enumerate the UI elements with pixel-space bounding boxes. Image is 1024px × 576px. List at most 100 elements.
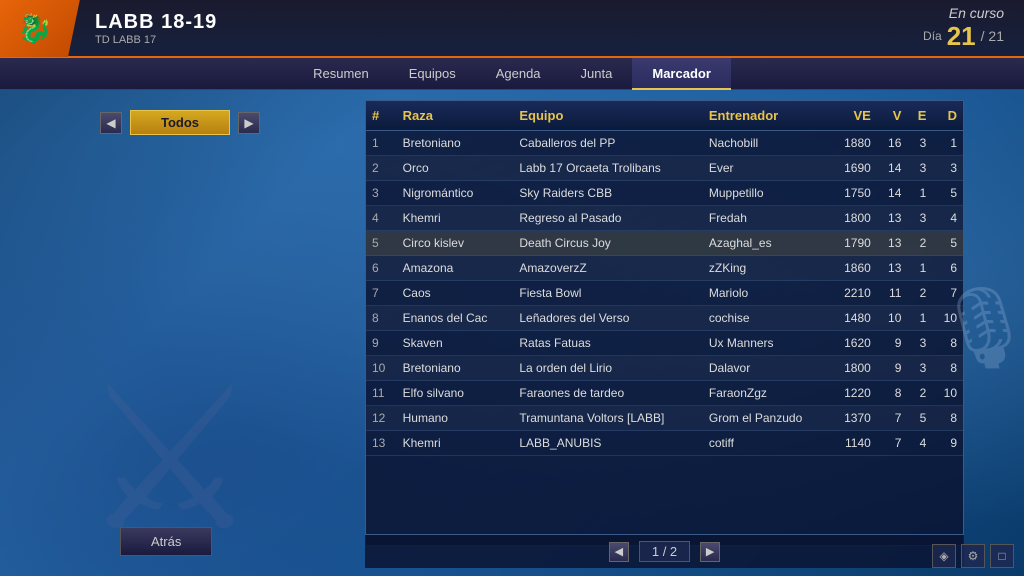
day-current: 21 [947, 21, 976, 52]
cell-entrenador: FaraonZgz [703, 381, 830, 406]
cell-v: 13 [877, 231, 908, 256]
cell-equipo: Regreso al Pasado [513, 206, 702, 231]
cell-e: 5 [907, 406, 932, 431]
cell-raza: Khemri [397, 206, 514, 231]
cell-raza: Skaven [397, 331, 514, 356]
tab-agenda[interactable]: Agenda [476, 58, 561, 90]
cell-d: 8 [932, 406, 963, 431]
cell-e: 3 [907, 131, 932, 156]
cell-equipo: Leñadores del Verso [513, 306, 702, 331]
cell-v: 14 [877, 156, 908, 181]
cell-equipo: Labb 17 Orcaeta Trolibans [513, 156, 702, 181]
table-row: 7 Caos Fiesta Bowl Mariolo 2210 11 2 7 [366, 281, 963, 306]
cell-e: 1 [907, 256, 932, 281]
cell-raza: Bretoniano [397, 356, 514, 381]
col-d: D [932, 101, 963, 131]
cell-raza: Humano [397, 406, 514, 431]
filter-bar: ◀ Todos ▶ [100, 110, 260, 135]
cell-d: 5 [932, 181, 963, 206]
table-row: 8 Enanos del Cac Leñadores del Verso coc… [366, 306, 963, 331]
cell-e: 3 [907, 331, 932, 356]
page-indicator: 1 / 2 [639, 541, 690, 562]
table-row: 11 Elfo silvano Faraones de tardeo Farao… [366, 381, 963, 406]
table-row: 10 Bretoniano La orden del Lirio Dalavor… [366, 356, 963, 381]
cell-ve: 2210 [830, 281, 877, 306]
tab-junta[interactable]: Junta [561, 58, 633, 90]
table-row: 6 Amazona AmazoverzZ zZKing 1860 13 1 6 [366, 256, 963, 281]
filter-button[interactable]: Todos [130, 110, 230, 135]
cell-ve: 1800 [830, 356, 877, 381]
cell-equipo: Faraones de tardeo [513, 381, 702, 406]
filter-prev-arrow[interactable]: ◀ [100, 112, 122, 134]
cell-d: 10 [932, 381, 963, 406]
cell-ve: 1480 [830, 306, 877, 331]
table-row: 2 Orco Labb 17 Orcaeta Trolibans Ever 16… [366, 156, 963, 181]
cell-ve: 1880 [830, 131, 877, 156]
cell-e: 2 [907, 381, 932, 406]
cell-num: 6 [366, 256, 397, 281]
header: 🐉 LABB 18-19 TD LABB 17 En curso Día 21 … [0, 0, 1024, 58]
cell-num: 13 [366, 431, 397, 456]
bottom-icon-1[interactable]: ◈ [932, 544, 956, 568]
cell-equipo: LABB_ANUBIS [513, 431, 702, 456]
standings-container: # Raza Equipo Entrenador VE V E D 1 Bret… [365, 100, 964, 546]
cell-d: 4 [932, 206, 963, 231]
cell-num: 5 [366, 231, 397, 256]
table-header-row: # Raza Equipo Entrenador VE V E D [366, 101, 963, 131]
cell-num: 1 [366, 131, 397, 156]
cell-v: 14 [877, 181, 908, 206]
filter-next-arrow[interactable]: ▶ [238, 112, 260, 134]
cell-entrenador: Muppetillo [703, 181, 830, 206]
cell-num: 4 [366, 206, 397, 231]
table-row: 1 Bretoniano Caballeros del PP Nachobill… [366, 131, 963, 156]
bottom-icon-gear[interactable]: ⚙ [961, 544, 985, 568]
table-row: 13 Khemri LABB_ANUBIS cotiff 1140 7 4 9 [366, 431, 963, 456]
table-row: 12 Humano Tramuntana Voltors [LABB] Grom… [366, 406, 963, 431]
cell-ve: 1220 [830, 381, 877, 406]
day-label: Día [923, 29, 942, 43]
bottom-icons: ◈ ⚙ □ [932, 544, 1014, 568]
cell-raza: Enanos del Cac [397, 306, 514, 331]
cell-ve: 1620 [830, 331, 877, 356]
cell-entrenador: Fredah [703, 206, 830, 231]
back-button[interactable]: Atrás [120, 527, 212, 556]
status-text: En curso [949, 5, 1004, 21]
cell-num: 10 [366, 356, 397, 381]
cell-raza: Bretoniano [397, 131, 514, 156]
cell-num: 3 [366, 181, 397, 206]
cell-ve: 1800 [830, 206, 877, 231]
cell-v: 9 [877, 331, 908, 356]
cell-entrenador: Mariolo [703, 281, 830, 306]
bottom-icon-box[interactable]: □ [990, 544, 1014, 568]
cell-d: 10 [932, 306, 963, 331]
cell-raza: Caos [397, 281, 514, 306]
league-info: LABB 18-19 TD LABB 17 [95, 11, 217, 46]
cell-e: 3 [907, 356, 932, 381]
cell-equipo: Fiesta Bowl [513, 281, 702, 306]
table-row: 3 Nigromántico Sky Raiders CBB Muppetill… [366, 181, 963, 206]
cell-e: 1 [907, 181, 932, 206]
cell-v: 8 [877, 381, 908, 406]
cell-num: 7 [366, 281, 397, 306]
page-prev-button[interactable]: ◀ [609, 542, 629, 562]
tab-equipos[interactable]: Equipos [389, 58, 476, 90]
cell-v: 11 [877, 281, 908, 306]
cell-d: 8 [932, 356, 963, 381]
col-v: V [877, 101, 908, 131]
cell-equipo: Death Circus Joy [513, 231, 702, 256]
cell-entrenador: Nachobill [703, 131, 830, 156]
tab-marcador[interactable]: Marcador [632, 58, 731, 90]
cell-raza: Khemri [397, 431, 514, 456]
tab-resumen[interactable]: Resumen [293, 58, 389, 90]
day-info: Día 21 / 21 [923, 21, 1004, 52]
cell-ve: 1790 [830, 231, 877, 256]
cell-raza: Amazona [397, 256, 514, 281]
page-next-button[interactable]: ▶ [700, 542, 720, 562]
cell-entrenador: cotiff [703, 431, 830, 456]
col-e: E [907, 101, 932, 131]
cell-entrenador: Grom el Panzudo [703, 406, 830, 431]
league-subtitle: TD LABB 17 [95, 34, 217, 46]
cell-entrenador: Ever [703, 156, 830, 181]
cell-entrenador: cochise [703, 306, 830, 331]
col-ve: VE [830, 101, 877, 131]
